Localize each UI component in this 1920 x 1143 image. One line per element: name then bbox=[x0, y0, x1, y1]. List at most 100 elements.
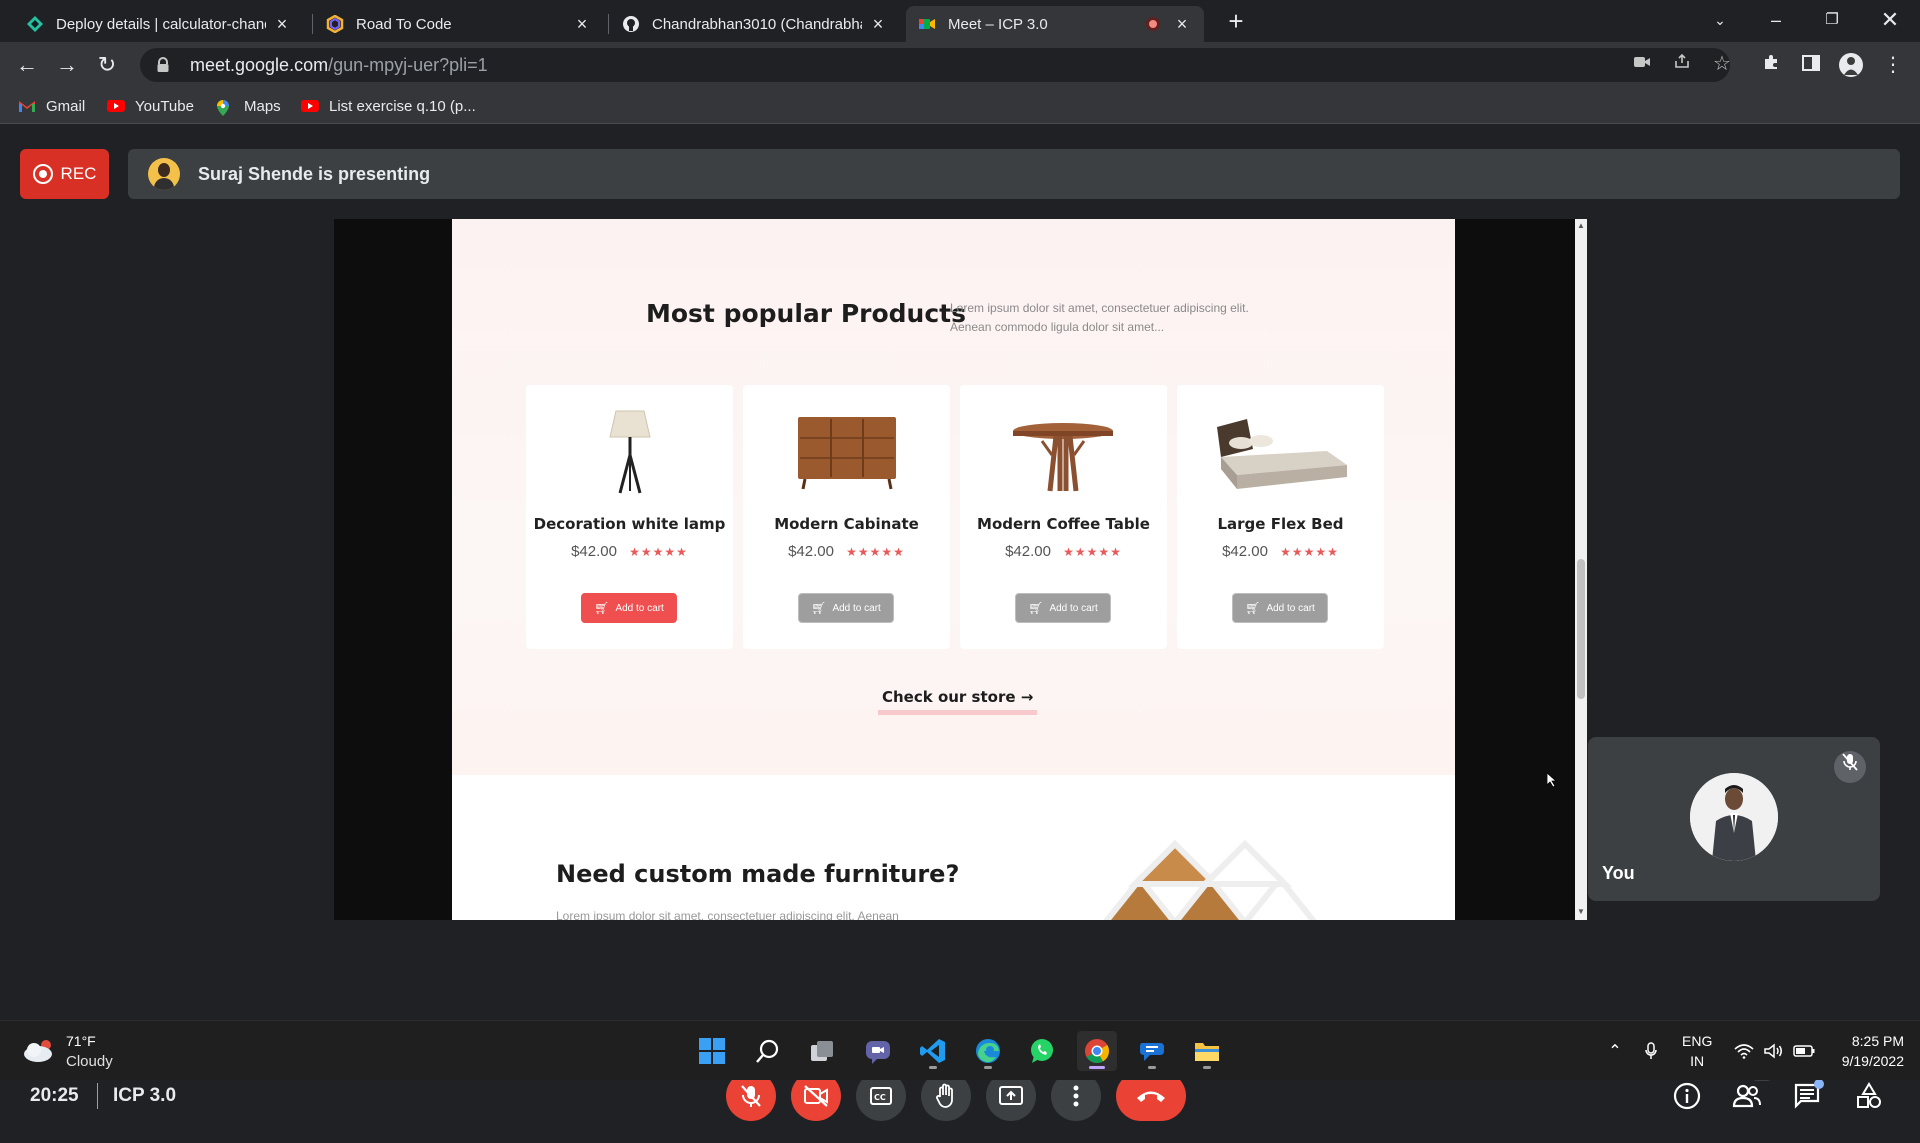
cart-icon: 🛒︎ bbox=[1028, 601, 1044, 615]
scroll-down-icon[interactable]: ▼ bbox=[1577, 907, 1585, 916]
bookmark-label: Gmail bbox=[46, 97, 86, 115]
profile-avatar-icon[interactable] bbox=[1838, 52, 1864, 78]
minimize-icon[interactable]: – bbox=[1756, 4, 1796, 36]
cloudy-weather-icon bbox=[24, 1040, 52, 1062]
cart-icon: 🛒︎ bbox=[594, 601, 610, 615]
share-icon[interactable] bbox=[1670, 52, 1694, 76]
section-title: Most popular Products bbox=[646, 299, 966, 328]
browser-toolbar: ← → ↻ meet.google.com/gun-mpyj-uer?pli=1… bbox=[0, 42, 1920, 88]
presenter-text: Suraj Shende is presenting bbox=[198, 163, 431, 184]
activities-icon bbox=[1857, 1082, 1881, 1108]
recording-indicator[interactable]: REC bbox=[20, 149, 109, 199]
tab-road-to-code[interactable]: Road To Code × bbox=[314, 6, 604, 42]
chrome-app[interactable] bbox=[1077, 1031, 1117, 1071]
bookmark-list-exercise[interactable]: List exercise q.10 (p... bbox=[301, 94, 476, 118]
camera-blocked-icon[interactable] bbox=[1630, 52, 1654, 76]
tray-overflow-icon[interactable]: ⌃ bbox=[1603, 1021, 1627, 1081]
vscode-icon bbox=[920, 1039, 945, 1063]
tray-mic-icon[interactable] bbox=[1640, 1021, 1662, 1081]
tab-title: Meet – ICP 3.0 bbox=[948, 15, 1048, 33]
participants-button[interactable] bbox=[1732, 1081, 1762, 1111]
weather-condition[interactable]: Cloudy bbox=[66, 1053, 113, 1070]
task-view-icon bbox=[811, 1041, 833, 1061]
address-bar[interactable]: meet.google.com/gun-mpyj-uer?pli=1 bbox=[140, 48, 1730, 82]
scroll-thumb[interactable] bbox=[1577, 559, 1585, 699]
scroll-up-icon[interactable]: ▲ bbox=[1577, 221, 1585, 230]
start-button[interactable] bbox=[692, 1031, 732, 1071]
new-tab-button[interactable]: + bbox=[1221, 7, 1251, 37]
close-window-icon[interactable]: ✕ bbox=[1870, 4, 1910, 36]
extensions-icon[interactable] bbox=[1758, 52, 1784, 78]
meet-icon bbox=[918, 15, 936, 33]
add-to-cart-label: Add to cart bbox=[1049, 602, 1098, 614]
add-to-cart-label: Add to cart bbox=[615, 602, 664, 614]
maps-icon bbox=[216, 99, 234, 116]
kebab-menu-icon[interactable]: ⋮ bbox=[1880, 52, 1906, 78]
check-store-link[interactable]: Check our store → bbox=[878, 688, 1038, 715]
teams-chat[interactable] bbox=[858, 1031, 898, 1071]
bookmark-maps[interactable]: Maps bbox=[216, 94, 281, 118]
volume-icon[interactable] bbox=[1762, 1021, 1786, 1081]
bookmark-youtube[interactable]: YouTube bbox=[107, 94, 194, 118]
remote-desktop-app[interactable] bbox=[1132, 1031, 1172, 1071]
svg-text:CC: CC bbox=[874, 1093, 886, 1102]
cart-icon: 🛒︎ bbox=[811, 601, 827, 615]
netlify-icon bbox=[26, 15, 44, 33]
file-explorer-app[interactable] bbox=[1187, 1031, 1227, 1071]
product-name: Modern Coffee Table bbox=[977, 515, 1150, 533]
section-description: Lorem ipsum dolor sit amet, consectetuer… bbox=[950, 301, 1249, 334]
language-indicator[interactable]: ENG IN bbox=[1682, 1031, 1712, 1071]
forward-icon[interactable]: → bbox=[52, 50, 82, 80]
windows-icon bbox=[699, 1038, 725, 1064]
hand-icon bbox=[936, 1083, 953, 1108]
close-tab-icon[interactable]: × bbox=[272, 14, 292, 35]
close-tab-icon[interactable]: × bbox=[868, 14, 888, 35]
battery-icon[interactable] bbox=[1792, 1021, 1816, 1081]
rating-stars: ★★★★★ bbox=[1063, 545, 1122, 559]
tab-meet[interactable]: Meet – ICP 3.0 × bbox=[906, 6, 1204, 42]
reload-icon[interactable]: ↻ bbox=[92, 50, 122, 80]
side-panel-icon[interactable] bbox=[1798, 52, 1824, 78]
add-to-cart-button[interactable]: 🛒︎ Add to cart bbox=[581, 593, 677, 623]
edge-app[interactable] bbox=[968, 1031, 1008, 1071]
bookmark-label: List exercise q.10 (p... bbox=[329, 97, 476, 115]
edge-icon bbox=[976, 1039, 1000, 1063]
bookmark-label: YouTube bbox=[135, 97, 194, 115]
taskbar-search[interactable] bbox=[748, 1031, 788, 1071]
clock-time: 8:25 PM bbox=[1851, 1033, 1904, 1049]
task-view[interactable] bbox=[802, 1031, 842, 1071]
clock[interactable]: 8:25 PM 9/19/2022 bbox=[1828, 1031, 1904, 1071]
price-row: $42.00 ★★★★★ bbox=[960, 543, 1167, 560]
close-tab-icon[interactable]: × bbox=[572, 14, 592, 35]
whatsapp-app[interactable] bbox=[1022, 1031, 1062, 1071]
close-tab-icon[interactable]: × bbox=[1172, 14, 1192, 35]
tab-github[interactable]: Chandrabhan3010 (Chandrabhan) × bbox=[610, 6, 900, 42]
teams-chat-icon bbox=[866, 1041, 890, 1064]
add-to-cart-button[interactable]: 🛒︎ Add to cart bbox=[1232, 593, 1328, 623]
wifi-icon[interactable] bbox=[1732, 1021, 1756, 1081]
product-price: $42.00 bbox=[571, 543, 617, 560]
shared-website: Most popular Products Lorem ipsum dolor … bbox=[452, 219, 1455, 920]
add-to-cart-button[interactable]: 🛒︎ Add to cart bbox=[798, 593, 894, 623]
tab-deploy-details[interactable]: Deploy details | calculator-chandrabhan … bbox=[14, 6, 304, 42]
running-indicator bbox=[1148, 1066, 1156, 1069]
weather-temperature[interactable]: 71°F bbox=[66, 1033, 96, 1049]
self-avatar bbox=[1690, 773, 1778, 861]
bookmark-gmail[interactable]: Gmail bbox=[18, 94, 85, 118]
add-to-cart-button[interactable]: 🛒︎ Add to cart bbox=[1015, 593, 1111, 623]
shared-scrollbar[interactable]: ▲ ▼ bbox=[1575, 219, 1587, 920]
back-icon[interactable]: ← bbox=[12, 50, 42, 80]
activities-button[interactable] bbox=[1854, 1081, 1884, 1111]
youtube-icon bbox=[301, 99, 319, 113]
add-to-cart-label: Add to cart bbox=[1266, 602, 1315, 614]
vscode-app[interactable] bbox=[913, 1031, 953, 1071]
github-icon bbox=[622, 15, 640, 33]
meeting-time: 20:25 bbox=[30, 1085, 79, 1106]
bookmark-star-icon[interactable]: ☆ bbox=[1710, 52, 1734, 76]
restore-icon[interactable]: ❐ bbox=[1812, 4, 1852, 36]
chrome-icon bbox=[1085, 1039, 1109, 1064]
self-video-tile[interactable]: You bbox=[1588, 737, 1880, 901]
meeting-details-button[interactable] bbox=[1672, 1081, 1702, 1111]
language-bottom: IN bbox=[1690, 1053, 1705, 1069]
tab-search-icon[interactable]: ⌄ bbox=[1700, 4, 1740, 36]
